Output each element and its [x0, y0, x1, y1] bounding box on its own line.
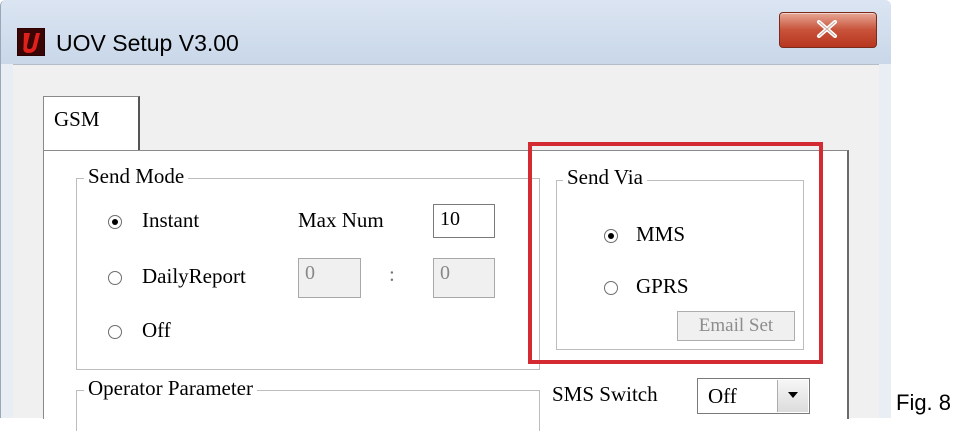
- radio-instant-indicator[interactable]: [108, 215, 122, 229]
- sms-switch-value: Off: [708, 384, 737, 408]
- window-title: UOV Setup V3.00: [56, 30, 239, 56]
- radio-off-label: Off: [142, 318, 171, 342]
- radio-instant-label: Instant: [142, 208, 200, 232]
- send-mode-title: Send Mode: [84, 164, 189, 189]
- uov-logo-icon: [17, 28, 45, 56]
- daily-minute-input[interactable]: 0: [433, 258, 495, 298]
- max-num-input[interactable]: 10: [433, 204, 495, 238]
- close-button[interactable]: [779, 12, 877, 48]
- sms-switch-select[interactable]: Off: [697, 378, 810, 414]
- send-via-highlight: [528, 142, 823, 364]
- close-icon: [817, 20, 837, 38]
- radio-off-indicator[interactable]: [108, 325, 122, 339]
- tab-gsm[interactable]: GSM: [43, 96, 140, 151]
- operator-parameter-title: Operator Parameter: [84, 376, 257, 401]
- sms-switch-label: SMS Switch: [552, 382, 658, 406]
- tab-gsm-label: GSM: [54, 107, 100, 131]
- radio-dailyreport-indicator[interactable]: [108, 271, 122, 285]
- max-num-label: Max Num: [298, 208, 384, 232]
- dropdown-arrow-icon[interactable]: [777, 380, 808, 412]
- time-separator: :: [389, 262, 395, 286]
- title-bar[interactable]: UOV Setup V3.00: [1, 0, 891, 64]
- figure-caption: Fig. 8: [896, 390, 952, 415]
- daily-hour-input[interactable]: 0: [298, 258, 361, 298]
- radio-dailyreport-label: DailyReport: [142, 264, 246, 288]
